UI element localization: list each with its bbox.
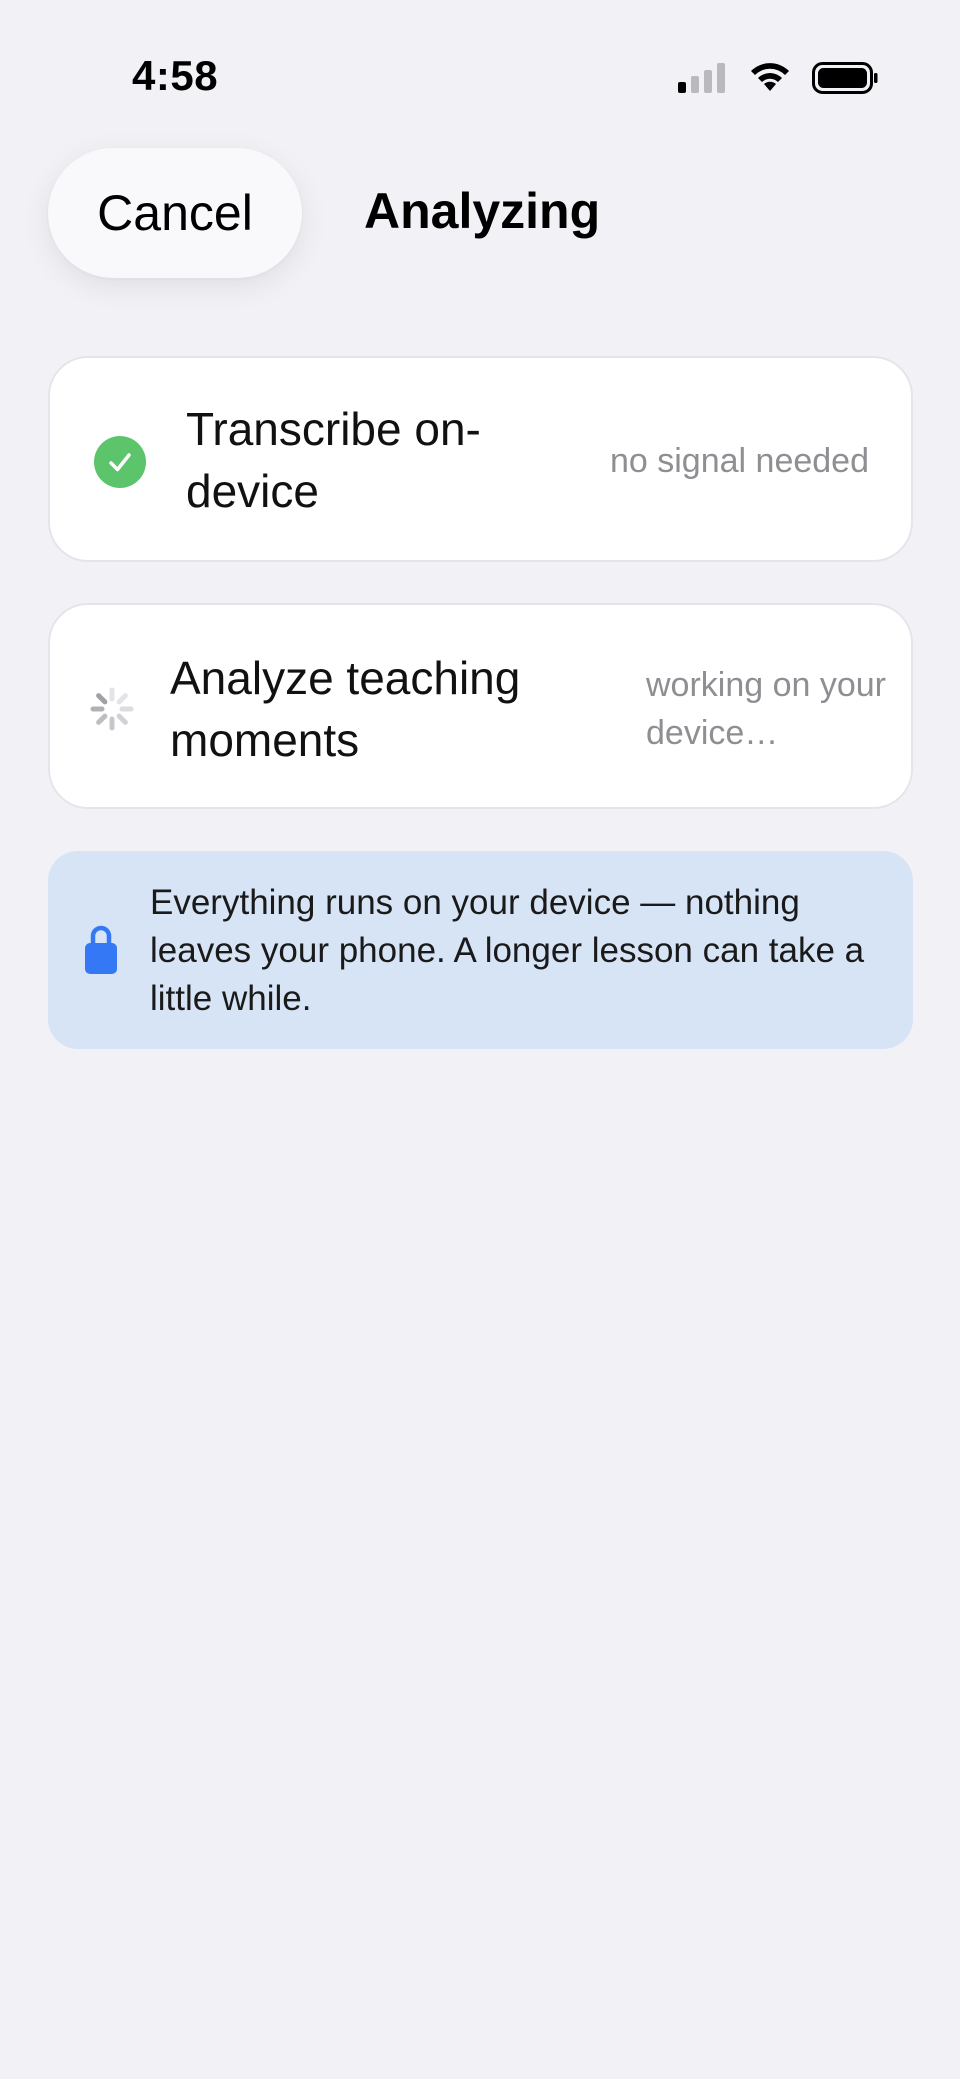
status-time: 4:58 <box>132 52 219 99</box>
lock-icon <box>85 925 117 974</box>
step-title: Transcribe on-device <box>186 403 481 517</box>
step-status: working on your device… <box>646 666 887 752</box>
analyzing-screen: 4:58 Cancel Analyzing Transcribe on-devi… <box>0 0 960 2079</box>
privacy-info-text: Everything runs on your device — nothing… <box>150 883 865 1018</box>
status-icons <box>676 58 878 98</box>
step-card-analyze: Analyze teaching moments working on your… <box>48 603 913 809</box>
step-card-transcribe: Transcribe on-device no signal needed <box>48 356 913 562</box>
step-status: no signal needed <box>609 442 869 480</box>
privacy-info-banner: Everything runs on your device — nothing… <box>48 851 913 1049</box>
page-title: Analyzing <box>364 183 601 239</box>
checkmark-circle-icon <box>94 436 146 488</box>
status-bar: 4:58 <box>0 0 960 150</box>
wifi-icon <box>751 63 789 91</box>
battery-icon <box>812 62 878 94</box>
cellular-signal-icon <box>678 63 725 93</box>
spinner-icon <box>90 687 134 731</box>
step-title: Analyze teaching moments <box>170 652 521 766</box>
cancel-button[interactable]: Cancel <box>48 148 302 278</box>
